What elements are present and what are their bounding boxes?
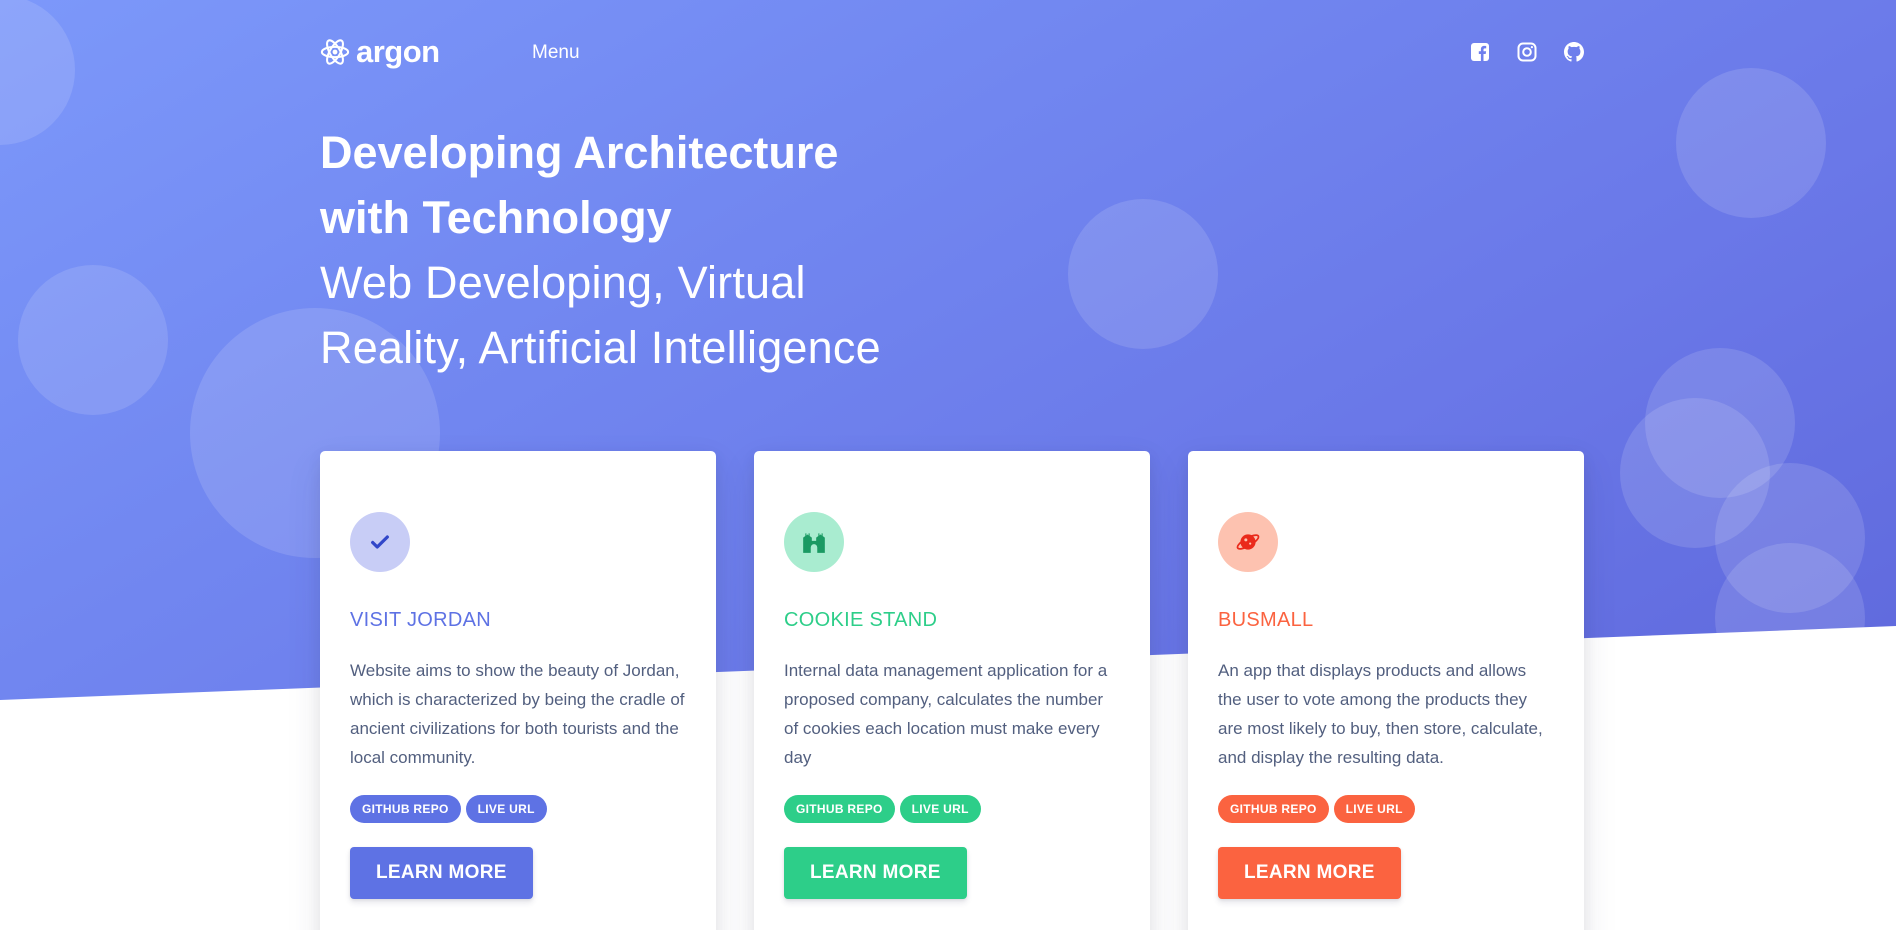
decor-circle: [1715, 543, 1865, 693]
castle-icon: [803, 533, 825, 553]
check-icon: [371, 535, 389, 549]
live-url-badge[interactable]: LIVE URL: [1333, 795, 1415, 823]
facebook-icon[interactable]: [1470, 42, 1490, 62]
brand-name: argon: [356, 34, 440, 69]
instagram-icon[interactable]: [1517, 42, 1537, 62]
project-cards: VISIT JORDAN Website aims to show the be…: [320, 451, 1584, 930]
planet-icon: [1236, 534, 1260, 550]
navbar: argon Menu: [320, 30, 1584, 78]
card-icon-wrap: [350, 512, 410, 572]
atom-icon: [320, 39, 350, 65]
decor-circle: [0, 0, 75, 145]
card-title: BUSMALL: [1218, 609, 1314, 631]
card-description: An app that displays products and allows…: [1218, 661, 1543, 767]
menu-link[interactable]: Menu: [532, 42, 580, 64]
card-description: Internal data management application for…: [784, 661, 1108, 767]
social-links: [1470, 42, 1584, 62]
card-title: VISIT JORDAN: [350, 609, 492, 631]
card-description: Website aims to show the beauty of Jorda…: [350, 661, 685, 767]
hero-text: Developing Architecture with Technology …: [320, 120, 920, 380]
decor-circle: [1676, 68, 1826, 218]
github-icon[interactable]: [1564, 42, 1584, 62]
github-repo-badge[interactable]: GITHUB REPO: [350, 795, 461, 823]
card-icon-wrap: [1218, 512, 1278, 572]
project-card-busmall: BUSMALL An app that displays products an…: [1188, 451, 1584, 930]
learn-more-button[interactable]: LEARN MORE: [1218, 847, 1401, 899]
card-title: COOKIE STAND: [784, 609, 938, 631]
project-card-visit-jordan: VISIT JORDAN Website aims to show the be…: [320, 451, 716, 930]
learn-more-button[interactable]: LEARN MORE: [350, 847, 533, 899]
brand-link[interactable]: argon: [320, 34, 440, 70]
github-repo-badge[interactable]: GITHUB REPO: [1218, 795, 1329, 823]
card-badges: GITHUB REPO LIVE URL: [350, 795, 686, 823]
live-url-badge[interactable]: LIVE URL: [899, 795, 981, 823]
decor-circle: [18, 265, 168, 415]
project-card-cookie-stand: COOKIE STAND Internal data management ap…: [754, 451, 1150, 930]
learn-more-button[interactable]: LEARN MORE: [784, 847, 967, 899]
decor-circle: [1068, 199, 1218, 349]
live-url-badge[interactable]: LIVE URL: [465, 795, 547, 823]
card-badges: GITHUB REPO LIVE URL: [1218, 795, 1554, 823]
hero-title: Developing Architecture with Technology: [320, 127, 839, 243]
github-repo-badge[interactable]: GITHUB REPO: [784, 795, 895, 823]
card-icon-wrap: [784, 512, 844, 572]
card-badges: GITHUB REPO LIVE URL: [784, 795, 1120, 823]
hero-subtitle: Web Developing, Virtual Reality, Artific…: [320, 257, 881, 373]
